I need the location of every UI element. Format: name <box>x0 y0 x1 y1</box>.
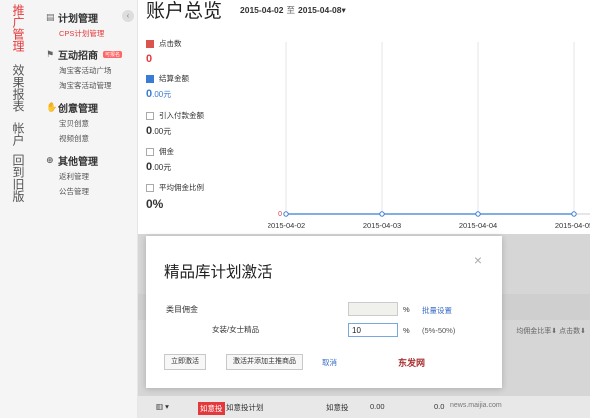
row-tag: 如意投 <box>198 402 225 415</box>
activate-plan-dialog: 精品库计划激活 × 类目佣金 % 批量设置 女装/女士精品 % (5%-50%)… <box>146 236 502 388</box>
table-header: 均佣金比率⬇ 点击数⬇ <box>516 328 586 335</box>
metric-payment: 引入付款金额 0.00元 <box>146 111 204 137</box>
activate-and-add-button[interactable]: 激活并添加主推商品 <box>226 354 303 370</box>
sidebar-group-other[interactable]: ⊕ 其他管理 <box>46 153 98 169</box>
watermark-url: news.maijia.com <box>450 402 502 409</box>
metric-checkbox[interactable] <box>146 183 154 192</box>
metric-checkbox[interactable] <box>146 74 154 83</box>
data-point <box>475 211 481 217</box>
table-row: ▥ ▾ 如意投 如意投计划 如意投 0.00 0.0 <box>138 396 590 418</box>
metric-checkbox[interactable] <box>146 111 154 120</box>
batch-set-link[interactable]: 批量设置 <box>422 305 452 316</box>
metric-avg-commission-rate: 平均佣金比例 0% <box>146 183 204 211</box>
metric-clicks: 点击数 0 <box>146 39 182 65</box>
metric-value: 0 <box>146 53 153 65</box>
menu-icon[interactable]: ▥ ▾ <box>156 402 169 411</box>
sidebar-group-interactive[interactable]: ⚑ 互动招商 可报名 <box>46 47 123 62</box>
data-point <box>379 211 385 217</box>
date-range-picker[interactable]: 2015-04-02 至 2015-04-08▾ <box>240 4 346 16</box>
plus-circle-icon: ⊕ <box>46 155 54 165</box>
vnav-item-reports[interactable]: 效果报表 <box>10 64 25 112</box>
row-type: 如意投 <box>326 403 349 412</box>
metric-value: 0% <box>146 197 164 211</box>
sidebar-group-creative[interactable]: ✋ 创意管理 <box>46 100 98 116</box>
batch-commission-input[interactable] <box>348 302 398 316</box>
flag-icon: ⚑ <box>46 49 55 59</box>
sidebar-item-video-creative[interactable]: 视频创意 <box>59 133 89 144</box>
sidebar <box>30 0 138 418</box>
category-name-label: 女装/女士精品 <box>212 325 260 334</box>
x-tick-label: 2015-04-02 <box>268 221 305 230</box>
x-tick-label: 2015-04-05 <box>555 221 590 230</box>
commission-range-hint: (5%-50%) <box>422 326 456 335</box>
new-badge: 可报名 <box>103 51 123 58</box>
y-tick-label: 0 <box>278 211 282 218</box>
chevron-down-icon: ▾ <box>341 5 346 15</box>
sidebar-item-activity-square[interactable]: 淘宝客活动广场 <box>59 65 112 76</box>
watermark-logo: 东发网 <box>398 358 426 368</box>
metric-commission: 佣金 0.00元 <box>146 147 174 173</box>
metric-checkbox[interactable] <box>146 147 154 156</box>
vnav-item-old-version[interactable]: 回到旧版 <box>10 154 25 202</box>
page-title: 账户总览 <box>146 1 223 22</box>
percent-label: % <box>403 326 410 335</box>
sidebar-item-activity-manage[interactable]: 淘宝客活动管理 <box>59 80 112 91</box>
close-icon[interactable]: × <box>474 252 482 268</box>
row-value: 0.00 <box>370 402 385 411</box>
activate-button[interactable]: 立即激活 <box>164 354 206 370</box>
sidebar-item-cps-plan[interactable]: CPS计划管理 <box>59 28 104 39</box>
metric-value: 0.00元 <box>146 161 172 173</box>
metric-value: 0.00元 <box>146 125 172 137</box>
x-tick-label: 2015-04-03 <box>363 221 401 230</box>
cancel-link[interactable]: 取消 <box>322 357 337 368</box>
vnav-item-account[interactable]: 帐户 <box>10 122 25 146</box>
metric-value: 0.00元 <box>146 88 172 100</box>
x-tick-label: 2015-04-04 <box>459 221 497 230</box>
trend-chart: 2015-04-02 2015-04-03 2015-04-04 2015-04-05… <box>268 42 590 230</box>
sidebar-group-plan[interactable]: ▤ 计划管理 <box>46 10 98 26</box>
metric-checkbox[interactable] <box>146 39 154 48</box>
doc-icon: ▤ <box>46 12 55 22</box>
percent-label: % <box>403 305 410 314</box>
sidebar-item-notice[interactable]: 公告管理 <box>59 186 89 197</box>
data-point <box>283 211 289 217</box>
hand-icon: ✋ <box>46 102 58 112</box>
sidebar-item-rebate[interactable]: 返利管理 <box>59 171 89 182</box>
dialog-title: 精品库计划激活 <box>164 264 273 281</box>
row-plan-name[interactable]: 如意投计划 <box>226 402 264 413</box>
row-value-2: 0.0 <box>434 402 445 411</box>
vnav-item-promotion[interactable]: 推广管理 <box>10 4 25 52</box>
category-commission-input[interactable] <box>348 323 398 337</box>
vertical-nav: 推广管理 效果报表 帐户 回到旧版 <box>0 0 30 418</box>
collapse-sidebar-button[interactable]: ‹ <box>122 10 134 22</box>
metric-settlement: 结算金额 0.00元 <box>146 74 189 100</box>
category-commission-label: 类目佣金 <box>166 305 198 314</box>
data-point <box>571 211 577 217</box>
sidebar-item-item-creative[interactable]: 宝贝创意 <box>59 118 89 129</box>
